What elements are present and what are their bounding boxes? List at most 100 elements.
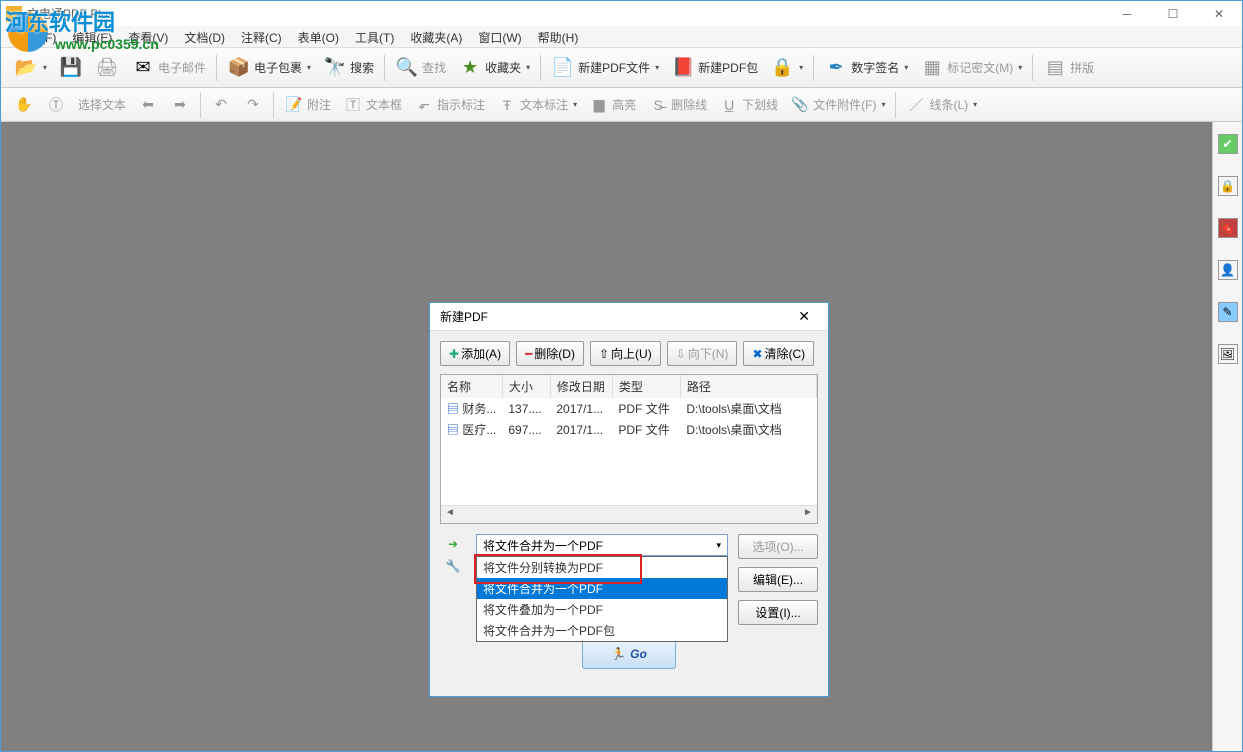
side-check-icon[interactable]: ✔ [1218, 134, 1238, 154]
chevron-down-icon: ▾ [716, 540, 721, 551]
plus-icon: ✚ [449, 347, 459, 361]
hand-tool[interactable]: ✋ [9, 90, 39, 120]
callout-button[interactable]: ⬐指示标注 [409, 90, 490, 120]
textmark-button[interactable]: Ŧ文本标注▾ [492, 90, 582, 120]
strike-icon: S̶ [648, 95, 668, 115]
watermark-url: www.pc0359.cn [55, 36, 159, 52]
move-up-button[interactable]: ⇧向上(U) [590, 341, 661, 366]
note-icon: 📝 [284, 95, 304, 115]
sign-button[interactable]: ✒数字签名▾ [819, 51, 913, 85]
menu-document[interactable]: 文档(D) [176, 26, 233, 47]
email-button[interactable]: ✉电子邮件 [126, 51, 211, 85]
new-pdf-package-button[interactable]: 📕新建PDF包 [666, 51, 763, 85]
redo-button[interactable]: ↷ [238, 90, 268, 120]
combo-option[interactable]: 将文件叠加为一个PDF [477, 599, 727, 620]
output-icon: ➜ [448, 537, 458, 551]
tile-icon: ▤ [1043, 56, 1067, 80]
print-button[interactable]: 🖨 [90, 51, 124, 85]
menu-favorites[interactable]: 收藏夹(A) [402, 26, 470, 47]
print-icon: 🖨 [95, 56, 119, 80]
highlight-button[interactable]: ▆高亮 [584, 90, 641, 120]
scroll-right-icon[interactable]: ► [799, 507, 817, 523]
menubar: 文件(F) 编辑(E) 查看(V) 文档(D) 注释(C) 表单(O) 工具(T… [1, 26, 1242, 48]
redact-button[interactable]: ▦标记密文(M)▾ [915, 51, 1027, 85]
line-button[interactable]: ／线条(L)▾ [901, 90, 982, 120]
note-button[interactable]: 📝附注 [279, 90, 336, 120]
table-row[interactable]: ▤ 医疗... 697....2017/1... PDF 文件D:\tools\… [441, 419, 817, 440]
security-button[interactable]: 🔒▾ [765, 51, 808, 85]
binoculars-icon: 🔭 [323, 56, 347, 80]
hand-icon: ✋ [14, 95, 34, 115]
highlight-icon: ▆ [589, 95, 609, 115]
select-text-button[interactable]: 选择文本 [73, 90, 131, 120]
maximize-button[interactable]: ☐ [1150, 1, 1196, 26]
edit-button[interactable]: 编辑(E)... [738, 567, 818, 592]
close-button[interactable]: ✕ [1196, 1, 1242, 26]
find-icon: 🔍 [395, 56, 419, 80]
side-edit-icon[interactable]: ✎ [1218, 302, 1238, 322]
file-attach-button[interactable]: 📎文件附件(F)▾ [785, 90, 890, 120]
menu-tools[interactable]: 工具(T) [347, 26, 402, 47]
pdf-icon: ▤ [447, 402, 459, 416]
horizontal-scrollbar[interactable]: ◄ ► [441, 505, 817, 523]
package-file-icon: 📕 [671, 56, 695, 80]
side-panel: ✔ 🔒 🔖 👤 ✎ 🖼 [1212, 122, 1242, 751]
runner-icon: 🏃 [611, 647, 626, 661]
table-row[interactable]: ▤ 财务... 137....2017/1... PDF 文件D:\tools\… [441, 398, 817, 419]
epackage-button[interactable]: 📦电子包裹▾ [222, 51, 316, 85]
combo-value: 将文件合并为一个PDF [483, 537, 603, 554]
side-person-icon[interactable]: 👤 [1218, 260, 1238, 280]
find-button[interactable]: 🔍查找 [390, 51, 451, 85]
file-list[interactable]: 名称 大小 修改日期 类型 路径 ▤ 财务... 137....2017/1..… [440, 374, 818, 524]
side-lock-icon[interactable]: 🔒 [1218, 176, 1238, 196]
go-button[interactable]: 🏃 Go [582, 639, 676, 669]
tile-button[interactable]: ▤拼版 [1038, 51, 1099, 85]
settings-button[interactable]: 设置(I)... [738, 600, 818, 625]
combo-option[interactable]: 将文件分别转换为PDF [477, 557, 727, 578]
col-path[interactable]: 路径 [680, 375, 816, 398]
save-button[interactable]: 💾 [54, 51, 88, 85]
open-button[interactable]: 📂▾ [9, 51, 52, 85]
undo-button[interactable]: ↶ [206, 90, 236, 120]
lock-icon: 🔒 [770, 56, 794, 80]
dialog-title-text: 新建PDF [440, 308, 488, 325]
nav-next[interactable]: ➡ [165, 90, 195, 120]
combo-option[interactable]: 将文件合并为一个PDF包 [477, 620, 727, 641]
col-name[interactable]: 名称 [441, 375, 502, 398]
minus-icon: ━ [525, 347, 532, 361]
dialog-close-button[interactable]: ✕ [790, 306, 818, 327]
side-bookmark-icon[interactable]: 🔖 [1218, 218, 1238, 238]
col-type[interactable]: 类型 [612, 375, 680, 398]
move-down-button[interactable]: ⇩向下(N) [667, 341, 738, 366]
minimize-button[interactable]: ─ [1104, 1, 1150, 26]
scroll-left-icon[interactable]: ◄ [441, 507, 459, 523]
col-date[interactable]: 修改日期 [550, 375, 612, 398]
save-icon: 💾 [59, 56, 83, 80]
strike-button[interactable]: S̶删除线 [643, 90, 712, 120]
text-tool[interactable]: Ⓣ [41, 90, 71, 120]
delete-button[interactable]: ━删除(D) [516, 341, 584, 366]
page-prev-icon: ⬅ [138, 95, 158, 115]
paperclip-icon: 📎 [790, 95, 810, 115]
add-button[interactable]: ✚添加(A) [440, 341, 510, 366]
combo-option-selected[interactable]: 将文件合并为一个PDF [477, 578, 727, 599]
mail-icon: ✉ [131, 56, 155, 80]
menu-help[interactable]: 帮助(H) [530, 26, 587, 47]
menu-annotate[interactable]: 注释(C) [233, 26, 290, 47]
nav-prev[interactable]: ⬅ [133, 90, 163, 120]
merge-mode-combo[interactable]: 将文件合并为一个PDF ▾ 将文件分别转换为PDF 将文件合并为一个PDF 将文… [476, 534, 728, 556]
col-size[interactable]: 大小 [502, 375, 550, 398]
menu-form[interactable]: 表单(O) [290, 26, 347, 47]
folder-open-icon: 📂 [14, 56, 38, 80]
search-tool-button[interactable]: 🔭搜索 [318, 51, 379, 85]
workspace: ✔ 🔒 🔖 👤 ✎ 🖼 新建PDF ✕ ✚添加(A) ━删除(D) ⇧向上(U)… [1, 122, 1242, 751]
new-pdf-button[interactable]: 📄新建PDF文件▾ [546, 51, 664, 85]
options-button[interactable]: 选项(O)... [738, 534, 818, 559]
textbox-button[interactable]: 🅃文本框 [338, 90, 407, 120]
favorites-button[interactable]: ★收藏夹▾ [453, 51, 535, 85]
clear-button[interactable]: ✖清除(C) [743, 341, 814, 366]
menu-window[interactable]: 窗口(W) [470, 26, 529, 47]
underline-button[interactable]: U̲下划线 [714, 90, 783, 120]
side-image-icon[interactable]: 🖼 [1218, 344, 1238, 364]
app-title: 文电通PDF Plus [27, 5, 1104, 22]
